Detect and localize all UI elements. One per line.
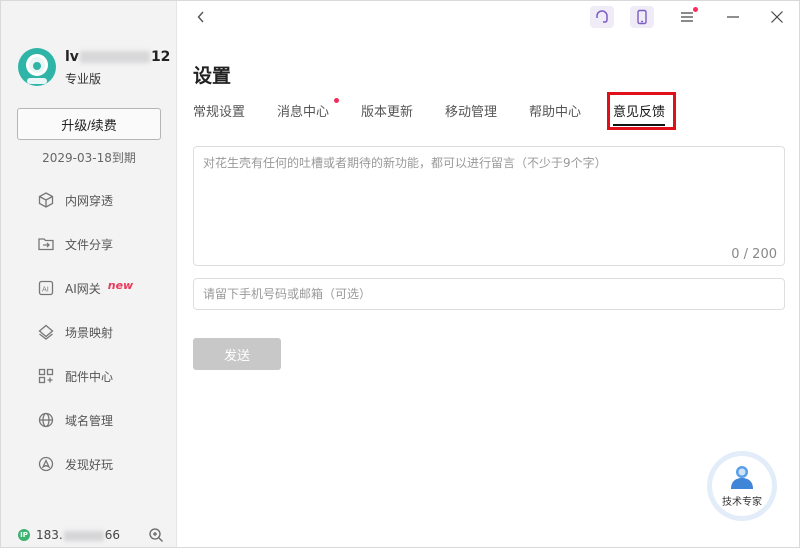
back-button[interactable] (192, 8, 210, 26)
headset-icon (596, 10, 608, 23)
username-redacted (79, 51, 150, 63)
sidebar-item-file-share[interactable]: 文件分享 (1, 222, 177, 266)
new-badge: new (107, 278, 134, 292)
sidebar-item-label: 场景映射 (65, 325, 114, 340)
sidebar-item-label: 配件中心 (65, 369, 114, 384)
layers-icon (37, 323, 55, 341)
tech-expert-inner: 技术专家 (712, 456, 772, 516)
send-button[interactable]: 发送 (193, 338, 281, 370)
app-window: lv 12 专业版 升级/续费 2029-03-18到期 内网穿透 文件分享 AI (0, 0, 800, 548)
expert-avatar-icon (731, 466, 753, 489)
tech-expert-label: 技术专家 (722, 497, 762, 508)
contact-input[interactable] (193, 278, 785, 310)
svg-text:AI: AI (42, 286, 49, 294)
support-button[interactable] (590, 6, 614, 28)
minimize-button[interactable] (721, 6, 745, 28)
cube-icon (37, 191, 55, 209)
tab-general[interactable]: 常规设置 (193, 101, 245, 120)
sidebar-item-label: 域名管理 (65, 413, 114, 428)
ip-icon: IP (18, 529, 30, 541)
sidebar-item-label: 内网穿透 (65, 193, 114, 208)
tab-messages[interactable]: 消息中心 (277, 101, 329, 120)
avatar[interactable] (18, 48, 56, 86)
sidebar-item-domain[interactable]: 域名管理 (1, 398, 177, 442)
ip-prefix: 183. (36, 528, 63, 542)
ip-address: 183. 66 (36, 528, 120, 542)
minimize-icon (727, 16, 739, 18)
username: lv 12 (65, 49, 170, 65)
username-suffix: 12 (150, 49, 171, 65)
tab-help[interactable]: 帮助中心 (529, 101, 581, 120)
notification-dot (693, 7, 698, 12)
mobile-button[interactable] (630, 6, 654, 28)
tech-expert-button[interactable]: 技术专家 (707, 451, 777, 521)
tab-mobile[interactable]: 移动管理 (445, 101, 497, 120)
menu-button[interactable] (675, 6, 699, 28)
feedback-box: 0 / 200 (193, 146, 785, 266)
zoom-icon[interactable] (148, 527, 164, 543)
feedback-textarea[interactable] (203, 154, 773, 234)
tab-highlight-frame (607, 92, 676, 130)
compass-icon (37, 455, 55, 473)
upgrade-button[interactable]: 升级/续费 (17, 108, 161, 140)
expiry-date: 2029-03-18到期 (42, 151, 136, 165)
sidebar-footer: IP 183. 66 (18, 527, 168, 543)
sidebar-item-ai-gateway[interactable]: AI AI网关 new (1, 266, 177, 310)
username-prefix: lv (65, 49, 79, 65)
sidebar-item-discover[interactable]: 发现好玩 (1, 442, 177, 486)
chevron-left-icon (197, 11, 204, 23)
sidebar-item-scene-mapping[interactable]: 场景映射 (1, 310, 177, 354)
ip-redacted (63, 530, 104, 541)
grid-plus-icon (37, 367, 55, 385)
sidebar-item-label: 发现好玩 (65, 457, 114, 472)
sidebar-item-label: 文件分享 (65, 237, 114, 252)
globe-icon (37, 411, 55, 429)
ai-icon: AI (37, 279, 55, 297)
page-title: 设置 (193, 65, 232, 87)
hamburger-menu-icon (681, 12, 693, 22)
mobile-phone-icon (637, 9, 647, 25)
sidebar-item-accessories[interactable]: 配件中心 (1, 354, 177, 398)
close-icon (771, 11, 783, 23)
tab-notification-dot (334, 98, 339, 103)
tab-updates[interactable]: 版本更新 (361, 101, 413, 120)
folder-share-icon (37, 235, 55, 253)
char-count: 0 / 200 (731, 247, 777, 262)
close-button[interactable] (765, 6, 789, 28)
sidebar-item-label: AI网关 (65, 281, 101, 296)
sidebar-item-intranet[interactable]: 内网穿透 (1, 178, 177, 222)
ip-suffix: 66 (104, 528, 120, 542)
sidebar: lv 12 专业版 升级/续费 2029-03-18到期 内网穿透 文件分享 AI (1, 1, 177, 547)
plan-label: 专业版 (65, 72, 102, 86)
sidebar-nav: 内网穿透 文件分享 AI AI网关 new 场景映射 配件中心 域名管理 发现好… (1, 178, 177, 486)
